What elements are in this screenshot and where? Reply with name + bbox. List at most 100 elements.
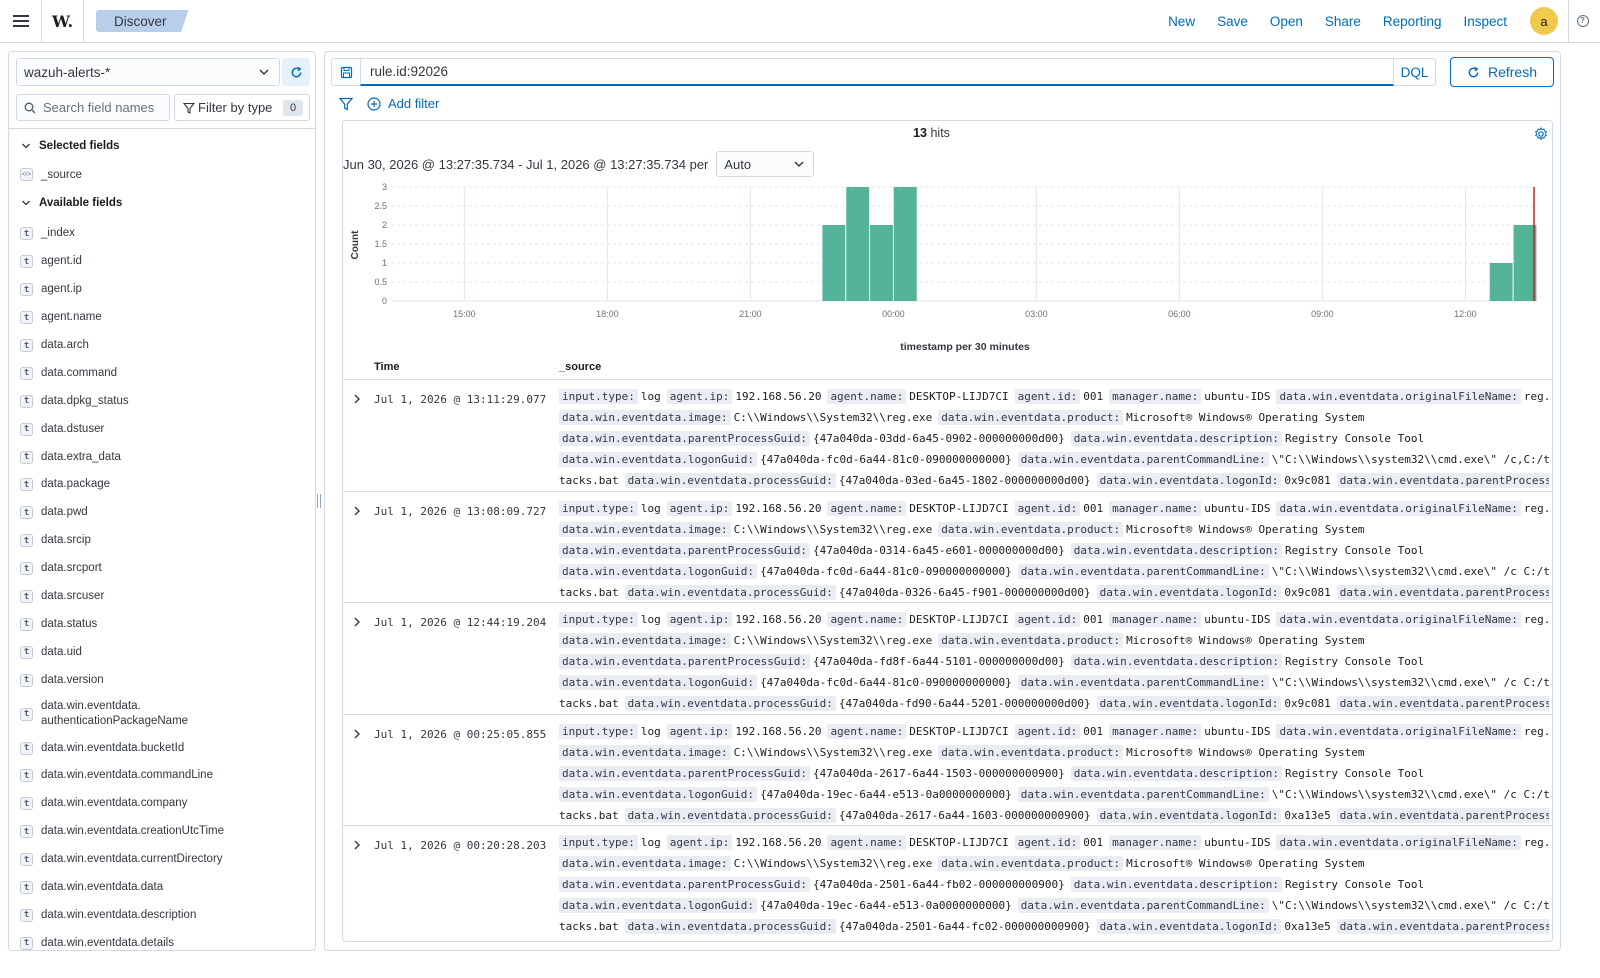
field-item[interactable]: t data.version (9, 666, 315, 694)
source-field-value: \"C:\\Windows\\system32\\cmd.exe\" /c C:… (1271, 676, 1549, 690)
source-field-key: data.win.eventdata.image: (559, 410, 731, 425)
field-item[interactable]: t data.srcip (9, 527, 315, 555)
available-fields-toggle[interactable]: Available fields (21, 197, 122, 209)
chevron-right-icon[interactable] (351, 616, 363, 628)
source-field-value: 001 (1083, 724, 1104, 738)
source-field-value: log (640, 390, 661, 403)
histogram-bar[interactable] (870, 225, 893, 301)
field-item[interactable]: t data.srcuser (9, 583, 315, 611)
source-field-value: {47a040da-03dd-6a45-0902-000000000d00} (813, 432, 1065, 445)
field-item[interactable]: t data.win.eventdata.commandLine (9, 762, 315, 790)
new-button[interactable]: New (1157, 14, 1206, 29)
index-pattern-refresh-button[interactable] (282, 58, 310, 86)
x-tick-label: 06:00 (1168, 309, 1191, 319)
filter-by-type-button[interactable]: Filter by type 0 (174, 94, 310, 121)
field-item[interactable]: t data.uid (9, 638, 315, 666)
user-avatar[interactable]: a (1530, 7, 1558, 35)
field-item[interactable]: t data.status (9, 610, 315, 638)
refresh-button[interactable]: Refresh (1450, 57, 1554, 87)
sidebar-resize-handle[interactable] (317, 494, 321, 508)
histogram-bar[interactable] (893, 187, 917, 301)
string-type-icon: t (20, 283, 33, 297)
table-row[interactable]: Jul 1, 2026 @ 00:20:28.203 input.type: log… (343, 825, 1552, 937)
string-type-icon: t (20, 617, 33, 631)
source-field-key: data.win.eventdata.parentCommandLine: (1017, 563, 1269, 579)
field-item[interactable]: t data.extra_data (9, 443, 315, 471)
histogram-chart[interactable]: 0 0.5 1 1.5 2 2.5 3 15:00 18:00 21:00 00:00 03:00 06… (343, 177, 1553, 357)
add-filter-button[interactable]: Add filter (367, 96, 439, 111)
reporting-button[interactable]: Reporting (1372, 14, 1453, 29)
source-field-value: {47a040da-19ec-6a44-e513-0a0000000000} (760, 787, 1012, 801)
inspect-button[interactable]: Inspect (1452, 14, 1518, 29)
field-item[interactable]: t data.win.eventdata.bucketId (9, 734, 315, 762)
string-type-icon: t (20, 797, 33, 811)
query-language-button[interactable]: DQL (1394, 58, 1436, 86)
chevron-right-icon[interactable] (351, 839, 363, 851)
field-item[interactable]: t data.win.eventdata.description (9, 901, 315, 929)
source-field-value: 001 (1083, 501, 1104, 515)
field-item[interactable]: t data.package (9, 471, 315, 499)
source-line: data.win.eventdata.logonGuid: {47a040da-1… (559, 784, 1549, 805)
source-line: tacks.bat data.win.eventdata.processGuid:… (559, 916, 1549, 937)
breadcrumb-discover[interactable]: Discover (96, 10, 189, 32)
field-item[interactable]: t data.pwd (9, 499, 315, 527)
source-line: input.type: log agent.ip: 192.168.56.20 agen… (559, 498, 1549, 519)
histogram-bar[interactable] (822, 225, 846, 301)
field-item[interactable]: t agent.id (9, 248, 315, 276)
source-field-value: \"C:\\Windows\\system32\\cmd.exe\" /c,C:… (1271, 453, 1549, 466)
chevron-right-icon[interactable] (351, 505, 363, 517)
field-item[interactable]: t data.win.eventdata. authenticationPackag… (9, 694, 315, 734)
chevron-right-icon[interactable] (351, 728, 363, 740)
row-source: input.type: log agent.ip: 192.168.56.20 agen… (559, 721, 1549, 826)
chart-options-button[interactable] (1534, 127, 1548, 144)
help-button[interactable]: ? (1568, 0, 1596, 43)
selected-field-source[interactable]: </> _source (20, 168, 82, 181)
share-button[interactable]: Share (1314, 14, 1372, 29)
field-item[interactable]: t _index (9, 220, 315, 248)
index-pattern-select[interactable]: wazuh-alerts-* (16, 58, 280, 86)
field-item[interactable]: t data.win.eventdata.data (9, 874, 315, 902)
selected-fields-toggle[interactable]: Selected fields (21, 140, 120, 152)
source-field-key: data.win.eventdata.parentProcessGuid: (559, 765, 811, 781)
source-field-value: Registry Console Tool (1285, 766, 1425, 780)
field-item[interactable]: t data.dpkg_status (9, 387, 315, 415)
open-button[interactable]: Open (1259, 14, 1314, 29)
field-item[interactable]: t data.srcport (9, 555, 315, 583)
string-type-icon: t (20, 562, 33, 576)
source-field-key: data.win.eventdata.logonGuid: (559, 563, 758, 579)
field-sidebar: wazuh-alerts-* Filter by type 0 Selected… (8, 51, 316, 951)
source-line: data.win.eventdata.parentProcessGuid: {47… (559, 428, 1549, 449)
search-field-input[interactable] (43, 100, 163, 115)
saved-query-button[interactable] (331, 58, 360, 86)
field-item[interactable]: t agent.ip (9, 276, 315, 304)
save-button[interactable]: Save (1206, 14, 1259, 29)
filter-icon[interactable] (339, 97, 353, 111)
chevron-right-icon[interactable] (351, 393, 363, 405)
field-item[interactable]: t data.command (9, 359, 315, 387)
field-item[interactable]: t data.win.eventdata.company (9, 790, 315, 818)
table-row[interactable]: Jul 1, 2026 @ 13:11:29.077 input.type: log… (343, 379, 1552, 491)
string-type-icon: t (20, 908, 33, 922)
histogram-bar[interactable] (1513, 225, 1537, 301)
search-field-names[interactable] (16, 94, 170, 121)
field-item[interactable]: t agent.name (9, 304, 315, 332)
time-column-header[interactable]: Time (374, 361, 399, 373)
interval-select[interactable]: Auto (716, 151, 815, 177)
field-item[interactable]: t data.win.eventdata.creationUtcTime (9, 818, 315, 846)
field-item[interactable]: t data.win.eventdata.currentDirectory (9, 846, 315, 874)
table-row[interactable]: Jul 1, 2026 @ 00:25:05.855 input.type: log… (343, 713, 1552, 826)
source-field-key: data.win.eventdata.logonGuid: (559, 675, 758, 691)
table-row[interactable]: Jul 1, 2026 @ 12:44:19.204 input.type: log… (343, 602, 1552, 714)
source-field-value: Microsoft® Windows® Operating System (1126, 857, 1365, 871)
histogram-bar[interactable] (1489, 263, 1513, 301)
field-item[interactable]: t data.win.eventdata.details (9, 929, 315, 950)
histogram-bar[interactable] (846, 187, 870, 301)
source-field-value: \"C:\\Windows\\system32\\cmd.exe\" /c C:… (1271, 787, 1549, 801)
field-item[interactable]: t data.arch (9, 332, 315, 360)
query-input[interactable]: rule.id:92026 (360, 58, 1394, 86)
app-logo[interactable]: W. (42, 0, 84, 43)
field-item[interactable]: t data.dstuser (9, 415, 315, 443)
string-type-icon: t (20, 450, 33, 464)
menu-toggle-button[interactable] (0, 0, 42, 43)
table-row[interactable]: Jul 1, 2026 @ 13:08:09.727 input.type: log… (343, 490, 1552, 603)
